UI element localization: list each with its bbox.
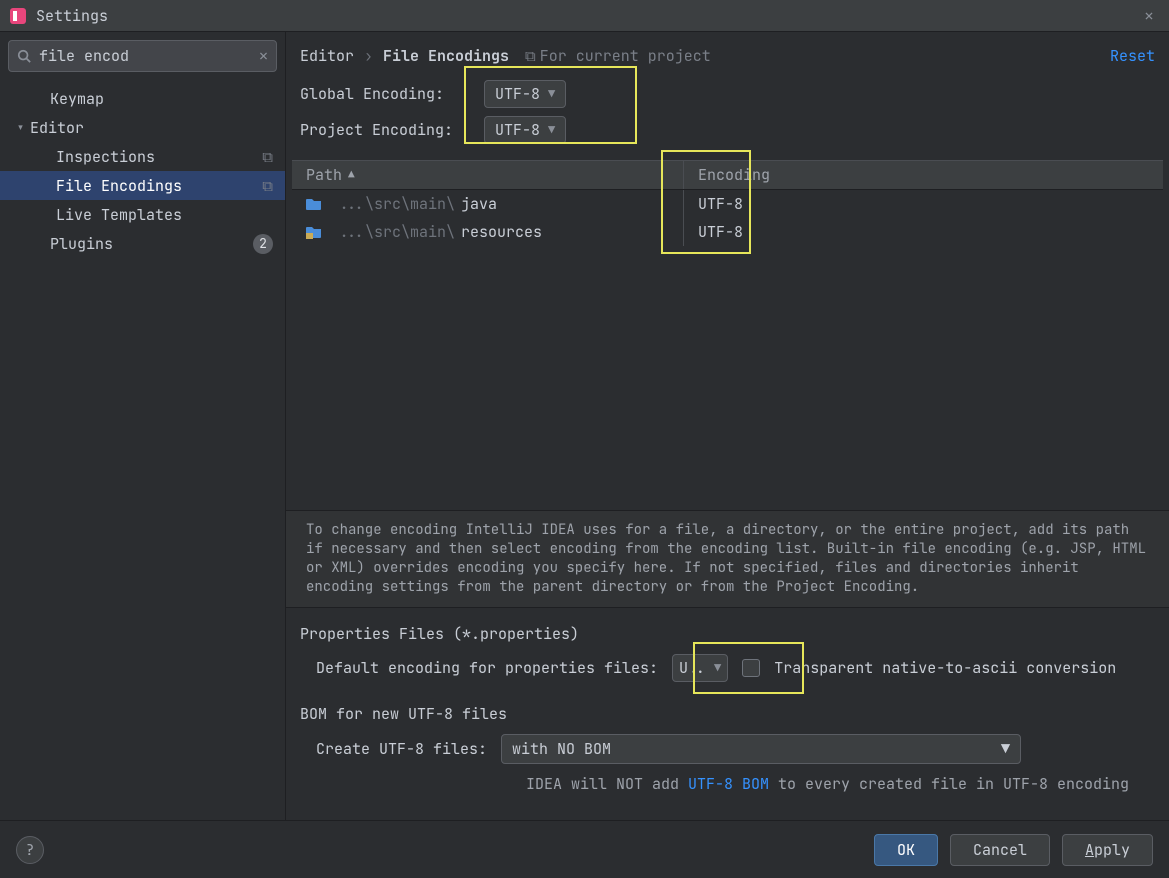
plugins-badge: 2: [253, 234, 273, 254]
path-header[interactable]: Path ▲: [292, 165, 683, 185]
bom-dropdown[interactable]: with NO BOM ▼: [501, 734, 1021, 764]
breadcrumb-file-encodings: File Encodings: [383, 46, 509, 66]
bom-hint: IDEA will NOT add UTF-8 BOM to every cre…: [286, 770, 1169, 794]
sidebar-item-label: Inspections: [56, 147, 155, 167]
sidebar-item-file-encodings[interactable]: File Encodings ⧉: [0, 171, 285, 200]
sort-asc-icon: ▲: [348, 168, 355, 182]
search-input-wrap[interactable]: ✕: [8, 40, 277, 72]
dropdown-value: with NO BOM: [512, 739, 611, 759]
cancel-button[interactable]: Cancel: [950, 834, 1050, 866]
window-title: Settings: [36, 6, 108, 26]
table-row[interactable]: ...\src\main\ resources UTF-8: [292, 218, 1163, 246]
transparent-ascii-label: Transparent native-to-ascii conversion: [774, 658, 1116, 678]
settings-tree: Keymap ▾ Editor Inspections ⧉ File Encod…: [0, 80, 285, 258]
sidebar-item-keymap[interactable]: Keymap: [0, 84, 285, 113]
close-icon[interactable]: ✕: [1139, 6, 1159, 26]
props-encoding-label: Default encoding for properties files:: [316, 658, 658, 678]
chevron-down-icon: ▼: [1001, 739, 1010, 759]
chevron-down-icon: ▼: [548, 122, 555, 138]
sidebar-item-label: Plugins: [50, 234, 113, 254]
utf8-bom-link[interactable]: UTF-8 BOM: [688, 774, 769, 794]
titlebar: Settings ✕: [0, 0, 1169, 32]
dropdown-value: UTF-8: [495, 84, 540, 104]
sidebar-item-editor[interactable]: ▾ Editor: [0, 113, 285, 142]
path-name: resources: [461, 222, 542, 242]
row-encoding[interactable]: UTF-8: [683, 190, 1163, 218]
path-name: java: [461, 194, 497, 214]
breadcrumb-editor[interactable]: Editor: [300, 46, 354, 66]
ok-button[interactable]: OK: [874, 834, 938, 866]
breadcrumb: Editor › File Encodings ⧉ For current pr…: [286, 32, 1169, 76]
search-icon: [17, 49, 31, 63]
path-dim: ...\src\main\: [338, 222, 455, 242]
sidebar-item-label: Live Templates: [56, 205, 182, 225]
copy-icon: ⧉: [262, 147, 273, 167]
scope-label: ⧉ For current project: [525, 46, 711, 66]
dropdown-value: UTF-8: [495, 120, 540, 140]
project-icon: ⧉: [525, 46, 536, 66]
dialog-footer: ? OK Cancel Apply: [0, 820, 1169, 878]
props-encoding-dropdown[interactable]: U.. ▼: [672, 654, 728, 682]
encoding-table: Path ▲ Encoding ...\src\main\ java UTF-8: [292, 160, 1163, 510]
sidebar-item-label: Keymap: [50, 89, 104, 109]
project-encoding-label: Project Encoding:: [300, 120, 470, 140]
properties-section-title: Properties Files (*.properties): [286, 608, 1169, 648]
breadcrumb-sep: ›: [364, 46, 373, 66]
sidebar-item-label: File Encodings: [56, 176, 182, 196]
main-panel: Editor › File Encodings ⧉ For current pr…: [286, 32, 1169, 820]
chevron-down-icon: ▼: [548, 86, 555, 102]
row-encoding[interactable]: UTF-8: [683, 218, 1163, 246]
folder-icon: [306, 197, 324, 211]
app-icon: [10, 8, 26, 24]
encoding-header[interactable]: Encoding: [683, 161, 1163, 189]
help-button[interactable]: ?: [16, 836, 44, 864]
global-encoding-label: Global Encoding:: [300, 84, 470, 104]
sidebar: ✕ Keymap ▾ Editor Inspections ⧉ File Enc…: [0, 32, 286, 820]
clear-icon[interactable]: ✕: [259, 46, 268, 66]
apply-button[interactable]: Apply: [1062, 834, 1153, 866]
bom-label: Create UTF-8 files:: [316, 739, 487, 759]
bom-section-title: BOM for new UTF-8 files: [286, 688, 1169, 728]
sidebar-item-inspections[interactable]: Inspections ⧉: [0, 142, 285, 171]
project-encoding-dropdown[interactable]: UTF-8 ▼: [484, 116, 566, 144]
copy-icon: ⧉: [262, 176, 273, 196]
dropdown-value: U..: [679, 658, 706, 678]
table-row[interactable]: ...\src\main\ java UTF-8: [292, 190, 1163, 218]
reset-link[interactable]: Reset: [1110, 46, 1155, 66]
path-dim: ...\src\main\: [338, 194, 455, 214]
sidebar-item-plugins[interactable]: Plugins 2: [0, 229, 285, 258]
sidebar-item-label: Editor: [30, 118, 84, 138]
transparent-ascii-checkbox[interactable]: [742, 659, 760, 677]
chevron-down-icon: ▾: [16, 118, 30, 138]
search-input[interactable]: [39, 46, 259, 66]
global-encoding-dropdown[interactable]: UTF-8 ▼: [484, 80, 566, 108]
resource-folder-icon: [306, 225, 324, 239]
sidebar-item-live-templates[interactable]: Live Templates: [0, 200, 285, 229]
help-text: To change encoding IntelliJ IDEA uses fo…: [286, 510, 1169, 608]
chevron-down-icon: ▼: [714, 660, 721, 676]
